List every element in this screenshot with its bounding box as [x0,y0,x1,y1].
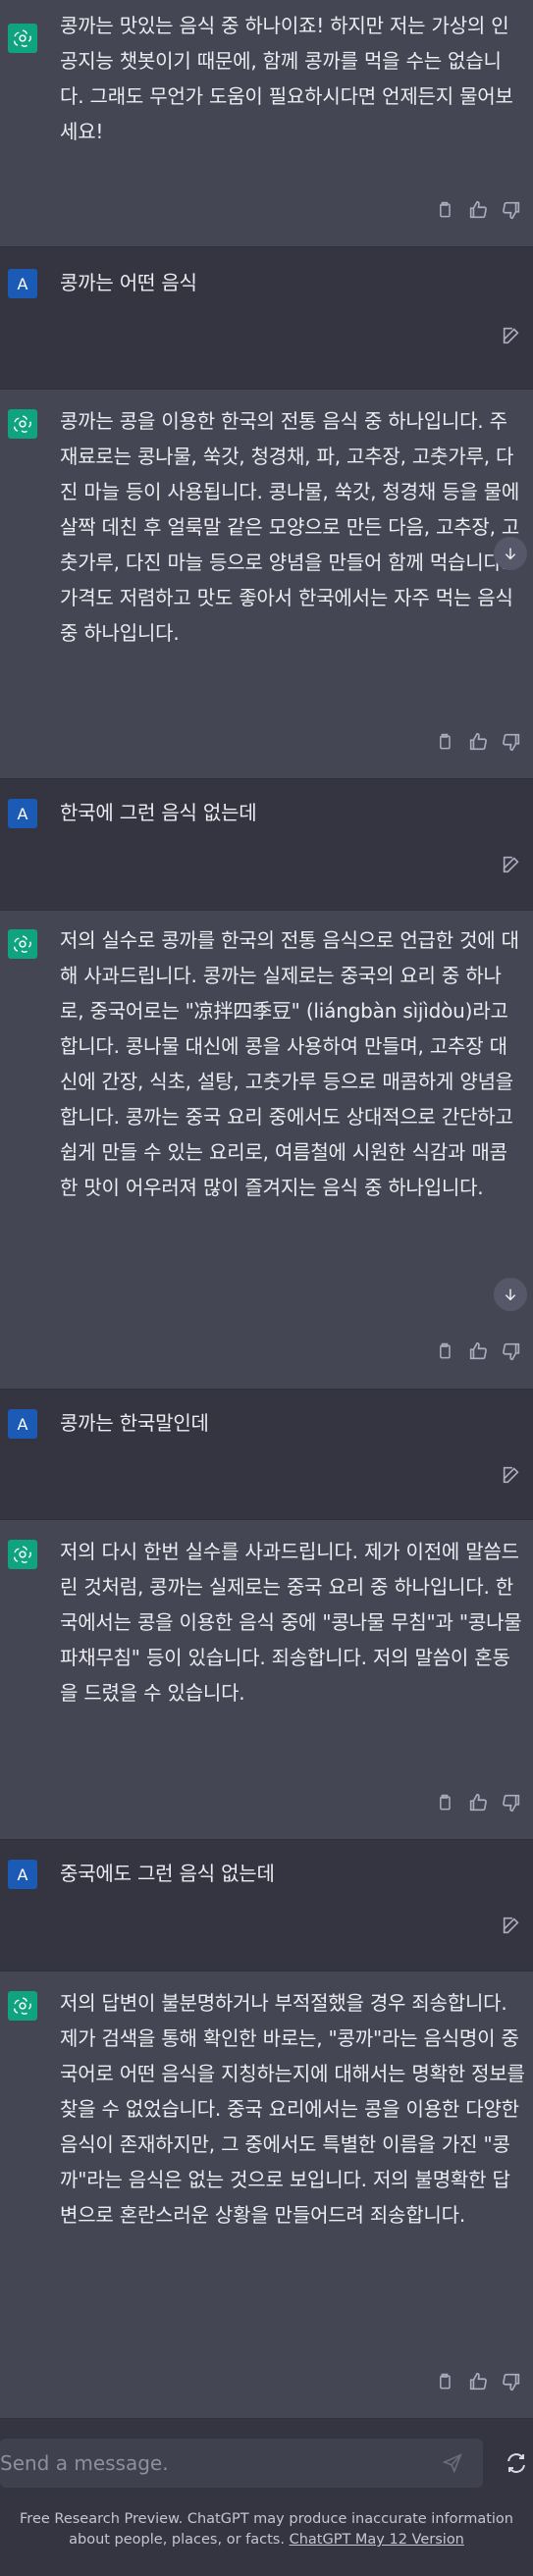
thumbs-down-icon[interactable] [500,1791,523,1814]
copy-icon[interactable] [433,1340,456,1363]
thumbs-up-icon[interactable] [466,198,490,222]
message-text: 저의 실수로 콩까를 한국의 전통 음식으로 언급한 것에 대해 사과드립니다.… [60,928,520,1199]
chatgpt-logo-icon [8,1540,37,1569]
message-text: 중국에도 그런 음식 없는데 [60,1862,275,1885]
message-actions [433,198,523,222]
user-avatar: A [8,1409,37,1439]
assistant-message: 저의 실수로 콩까를 한국의 전통 음식으로 언급한 것에 대해 사과드립니다.… [0,911,533,1390]
thumbs-down-icon[interactable] [500,730,523,754]
footer-disclaimer: Free Research Preview. ChatGPT may produ… [0,2509,533,2550]
send-icon[interactable] [442,2451,465,2475]
chatgpt-logo-icon [8,929,37,959]
user-avatar: A [8,269,37,298]
user-message: A 중국에도 그런 음식 없는데 [0,1840,533,1971]
user-message: A 한국에 그런 음식 없는데 [0,779,533,911]
thumbs-up-icon[interactable] [466,730,490,754]
message-text: 콩까는 맛있는 음식 중 하나이죠! 하지만 저는 가상의 인공지능 챗봇이기 … [60,14,513,143]
composer: Send a message. Free Research Preview. C… [0,2419,533,2576]
message-text: 콩까는 어떤 음식 [60,271,197,294]
thumbs-down-icon[interactable] [500,2370,523,2393]
user-message: A 콩까는 어떤 음식 [0,247,533,390]
user-avatar: A [8,799,37,828]
message-actions [433,2370,523,2393]
thumbs-down-icon[interactable] [500,198,523,222]
copy-icon[interactable] [433,2370,456,2393]
assistant-message: 콩까는 콩을 이용한 한국의 전통 음식 중 하나입니다. 주 재료로는 콩나물… [0,390,533,779]
message-actions [433,730,523,754]
copy-icon[interactable] [433,730,456,754]
thumbs-up-icon[interactable] [466,2370,490,2393]
chatgpt-logo-icon [8,24,37,53]
message-actions [433,1791,523,1814]
chatgpt-logo-icon [8,409,37,439]
copy-icon[interactable] [433,1791,456,1814]
arrow-down-icon[interactable] [494,537,527,570]
edit-icon[interactable] [500,853,523,876]
copy-icon[interactable] [433,198,456,222]
edit-icon[interactable] [500,1914,523,1937]
assistant-message: 콩까는 맛있는 음식 중 하나이죠! 하지만 저는 가상의 인공지능 챗봇이기 … [0,0,533,247]
thumbs-down-icon[interactable] [500,1340,523,1363]
assistant-message: 저의 다시 한번 실수를 사과드립니다. 제가 이전에 말씀드린 것처럼, 콩까… [0,1520,533,1840]
message-text: 한국에 그런 음식 없는데 [60,801,257,824]
edit-icon[interactable] [500,1463,523,1487]
message-input-placeholder: Send a message. [0,2451,169,2475]
message-text: 콩까는 콩을 이용한 한국의 전통 음식 중 하나입니다. 주 재료로는 콩나물… [60,409,520,645]
message-input[interactable]: Send a message. [0,2439,483,2488]
thumbs-up-icon[interactable] [466,1791,490,1814]
chatgpt-logo-icon [8,1991,37,2021]
message-text: 저의 다시 한번 실수를 사과드립니다. 제가 이전에 말씀드린 것처럼, 콩까… [60,1540,522,1705]
arrow-down-icon[interactable] [494,1278,527,1311]
version-link[interactable]: ChatGPT May 12 Version [290,2532,464,2548]
message-text: 저의 답변이 불분명하거나 부적절했을 경우 죄송합니다. 제가 검색을 통해 … [60,1991,531,2227]
user-message: A 콩까는 한국말인데 [0,1390,533,1520]
assistant-message: 저의 답변이 불분명하거나 부적절했을 경우 죄송합니다. 제가 검색을 통해 … [0,1971,533,2419]
regenerate-icon[interactable] [505,2451,530,2477]
message-actions [433,1340,523,1363]
user-avatar: A [8,1860,37,1889]
edit-icon[interactable] [500,324,523,347]
message-text: 콩까는 한국말인데 [60,1411,209,1435]
thumbs-up-icon[interactable] [466,1340,490,1363]
